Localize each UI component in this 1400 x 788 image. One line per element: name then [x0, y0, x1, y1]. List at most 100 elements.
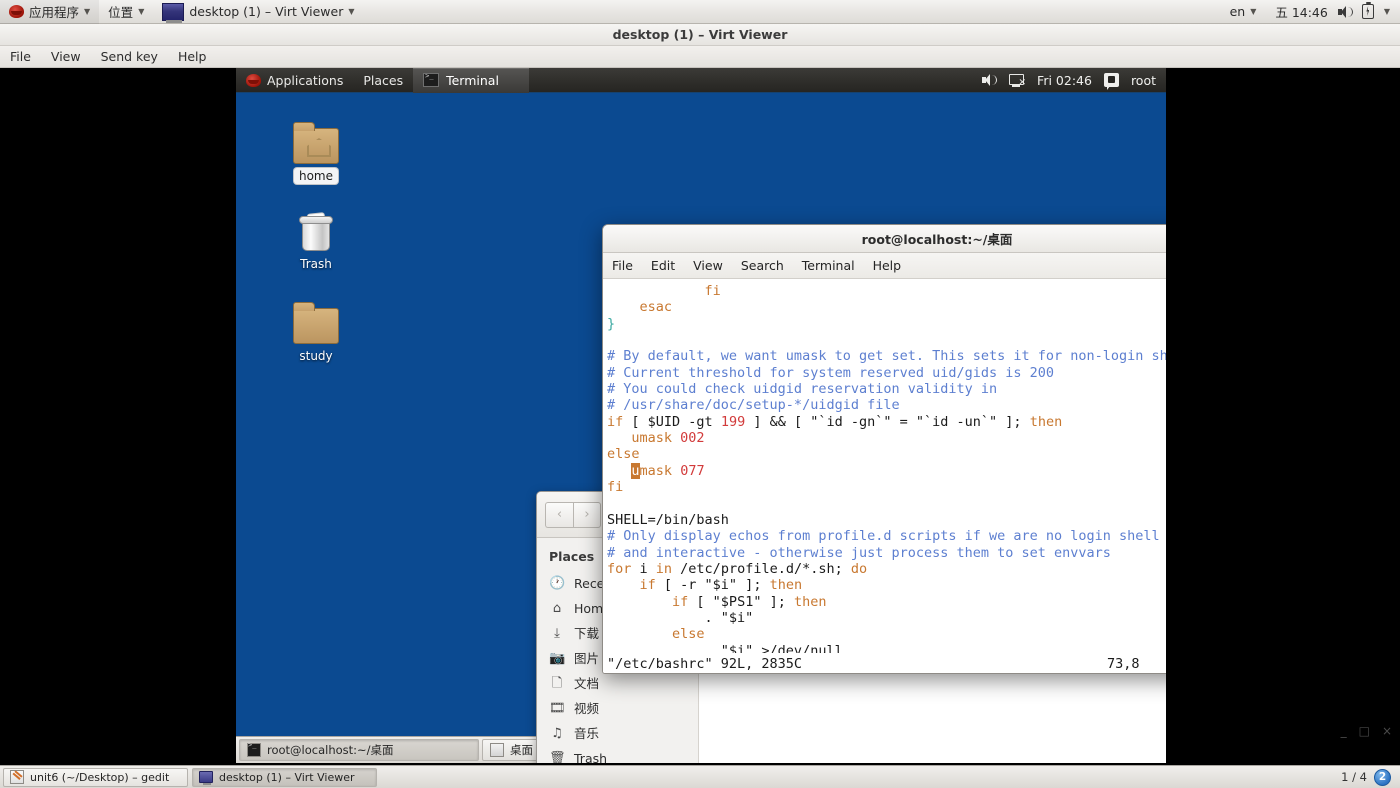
host-window-menu-item[interactable]: desktop (1) – Virt Viewer ▼ — [153, 0, 363, 24]
chevron-down-icon: ▼ — [1250, 6, 1257, 16]
sidebar-item-videos-label: 视频 — [574, 701, 600, 716]
guest-top-panel: Applications Places Terminal ✕ Fri 02:46… — [236, 68, 1166, 93]
desktop-icon-study[interactable]: study — [280, 296, 352, 364]
terminal-menu-terminal[interactable]: Terminal — [793, 253, 864, 279]
terminal-text-buffer[interactable]: fi esac } # By default, we want umask to… — [603, 279, 1166, 653]
sidebar-item-music[interactable]: ♫ 音乐 — [537, 721, 698, 746]
guest-applications-menu[interactable]: Applications — [236, 68, 353, 93]
taskbar-window-terminal-label: root@localhost:~/桌面 — [267, 743, 394, 757]
keyboard-layout-label: en — [1229, 4, 1246, 19]
guest-places-label: Places — [363, 72, 404, 88]
vim-status-file: "/etc/bashrc" 92L, 2835C — [607, 655, 803, 672]
host-desktop: 应用程序 ▼ 位置 ▼ desktop (1) – Virt Viewer ▼ … — [0, 0, 1400, 788]
trash-icon: 🗑 — [549, 751, 566, 763]
host-system-tray: en ▼ 五 14:46 ▼ — [1221, 0, 1400, 24]
speaker-icon[interactable] — [1337, 5, 1353, 18]
guest-user-label[interactable]: root — [1131, 73, 1156, 88]
terminal-icon — [423, 72, 440, 87]
camera-icon: 📷 — [549, 651, 566, 666]
desktop-icon-home-label: home — [293, 168, 339, 184]
vv-close-button[interactable]: × — [1382, 724, 1392, 738]
forward-button[interactable]: › — [573, 501, 601, 528]
terminal-title: root@localhost:~/桌面 — [861, 232, 1013, 247]
host-taskbar-window-gedit[interactable]: unit6 (~/Desktop) – gedit — [3, 767, 188, 787]
terminal-titlebar: root@localhost:~/桌面 _ □ × — [603, 225, 1166, 253]
host-applications-label: 应用程序 — [29, 5, 80, 20]
sidebar-item-music-label: 音乐 — [574, 726, 600, 741]
vv-minimize-button[interactable]: _ — [1341, 724, 1347, 738]
folder-icon — [280, 296, 352, 344]
sidebar-item-documents[interactable]: 🗋 文档 — [537, 671, 698, 696]
terminal-menu-help[interactable]: Help — [864, 253, 911, 279]
terminal-window[interactable]: root@localhost:~/桌面 _ □ × File Edit View… — [602, 224, 1166, 674]
terminal-menu-search[interactable]: Search — [732, 253, 793, 279]
host-places-label: 位置 — [108, 5, 134, 20]
video-icon: 🎞 — [549, 701, 566, 716]
host-window-menu-label: desktop (1) – Virt Viewer — [189, 4, 344, 19]
vv-maximize-button[interactable]: □ — [1359, 724, 1370, 738]
terminal-icon — [247, 741, 261, 757]
chevron-down-icon[interactable]: ▼ — [1384, 7, 1390, 16]
vim-status-position: 73,8 — [1107, 655, 1140, 672]
menu-view[interactable]: View — [41, 46, 91, 68]
desktop-icon-trash[interactable]: Trash — [280, 204, 352, 272]
desktop-icon-home[interactable]: home — [280, 116, 352, 184]
guest-active-window-label: Terminal — [446, 72, 499, 88]
virt-viewer-title: desktop (1) – Virt Viewer — [612, 27, 788, 42]
guest-clock[interactable]: Fri 02:46 — [1037, 73, 1092, 88]
host-taskbar-window-virt-viewer[interactable]: desktop (1) – Virt Viewer — [192, 767, 377, 787]
home-icon: ⌂ — [552, 601, 562, 616]
monitor-icon — [162, 2, 185, 23]
guest-active-window-button[interactable]: Terminal — [413, 68, 530, 93]
network-disconnected-icon[interactable]: ✕ — [1009, 73, 1026, 87]
virt-viewer-titlebar: desktop (1) – Virt Viewer — [0, 24, 1400, 46]
battery-icon[interactable] — [1361, 1, 1374, 19]
menu-file[interactable]: File — [0, 46, 41, 68]
back-button[interactable]: ‹ — [545, 501, 573, 528]
host-workspace-badge: 2 — [1374, 768, 1391, 786]
guest-places-menu[interactable]: Places — [353, 68, 413, 93]
sidebar-item-trash[interactable]: 🗑 Trash — [537, 746, 698, 763]
terminal-screen[interactable]: fi esac } # By default, we want umask to… — [603, 279, 1166, 653]
host-top-panel: 应用程序 ▼ 位置 ▼ desktop (1) – Virt Viewer ▼ … — [0, 0, 1400, 24]
guest-screen: Applications Places Terminal ✕ Fri 02:46… — [236, 68, 1166, 763]
monitor-icon — [199, 771, 213, 785]
redhat-logo-icon — [9, 5, 24, 18]
terminal-menu-file[interactable]: File — [603, 253, 642, 279]
terminal-menu-view[interactable]: View — [684, 253, 732, 279]
virt-viewer-window-controls: _ □ × — [1341, 724, 1392, 738]
host-taskbar-window-virt-viewer-label: desktop (1) – Virt Viewer — [219, 770, 355, 784]
file-manager-nav-group: ‹ › — [545, 501, 601, 528]
guest-system-tray: ✕ Fri 02:46 root — [982, 73, 1166, 90]
terminal-menubar: File Edit View Search Terminal Help — [603, 253, 1166, 279]
host-workspace-label: 1 / 4 — [1341, 770, 1367, 784]
sidebar-item-videos[interactable]: 🎞 视频 — [537, 696, 698, 721]
chevron-down-icon: ▼ — [138, 6, 145, 16]
sidebar-item-documents-label: 文档 — [574, 676, 600, 691]
host-taskbar-window-gedit-label: unit6 (~/Desktop) – gedit — [30, 770, 170, 784]
file-manager-icon — [490, 743, 504, 757]
clock-icon: 🕐 — [549, 576, 566, 591]
menu-help[interactable]: Help — [168, 46, 217, 68]
chevron-down-icon: ▼ — [348, 6, 355, 16]
vim-status-line: "/etc/bashrc" 92L, 2835C 73,8 88% — [603, 653, 1166, 673]
host-applications-menu[interactable]: 应用程序 ▼ — [0, 0, 100, 24]
terminal-menu-edit[interactable]: Edit — [642, 253, 684, 279]
guest-applications-label: Applications — [267, 72, 344, 88]
host-clock[interactable]: 五 14:46 — [1275, 2, 1328, 21]
speaker-icon[interactable] — [982, 74, 998, 86]
host-workspace-switcher[interactable]: 1 / 4 2 — [1341, 768, 1397, 786]
chevron-down-icon: ▼ — [84, 6, 91, 16]
home-folder-icon — [280, 116, 352, 164]
keyboard-layout-indicator[interactable]: en ▼ — [1221, 0, 1266, 24]
user-icon — [1103, 73, 1119, 90]
menu-send-key[interactable]: Send key — [91, 46, 168, 68]
taskbar-window-file-manager-label: 桌面 — [510, 743, 533, 757]
taskbar-window-terminal[interactable]: root@localhost:~/桌面 — [239, 739, 479, 761]
host-places-menu[interactable]: 位置 ▼ — [99, 0, 153, 24]
download-icon: ⤓ — [554, 626, 560, 641]
desktop-icon-trash-label: Trash — [300, 257, 332, 271]
document-icon: 🗋 — [551, 676, 563, 691]
music-icon: ♫ — [551, 726, 563, 741]
sidebar-item-downloads-label: 下载 — [574, 626, 600, 641]
